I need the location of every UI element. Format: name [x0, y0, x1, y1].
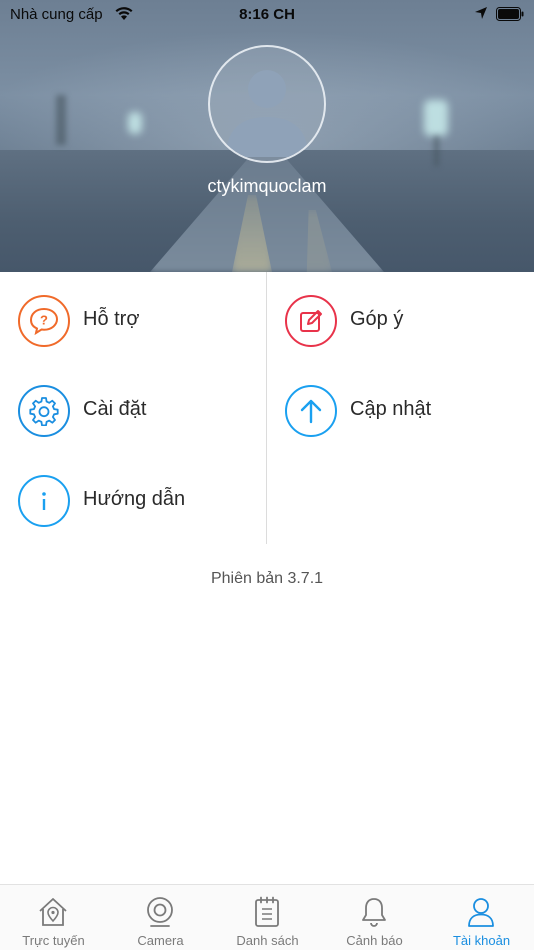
location-arrow-icon	[475, 7, 487, 19]
tab-bar: Trực tuyến Camera Danh sách Cảnh báo Tài…	[0, 884, 534, 950]
menu-item-update[interactable]: Cập nhật	[267, 364, 533, 454]
menu-label-support: Hỗ trợ	[83, 308, 140, 330]
menu-item-guide[interactable]: Hướng dẫn	[0, 454, 266, 544]
profile-header: Nhà cung cấp 8:16 CH ctykimquoclam	[0, 0, 534, 272]
notepad-list-icon	[255, 896, 279, 927]
tab-camera[interactable]: Camera	[107, 885, 214, 950]
svg-text:?: ?	[40, 313, 48, 328]
version-text: Phiên bản 3.7.1	[210, 570, 324, 587]
tab-label-list: Danh sách	[236, 933, 299, 948]
tab-label-camera: Camera	[137, 933, 184, 948]
menu-item-feedback[interactable]: Góp ý	[267, 274, 533, 364]
menu-label-update: Cập nhật	[350, 398, 432, 420]
menu-item-support[interactable]: ? Hỗ trợ	[0, 274, 266, 364]
battery-icon	[496, 7, 524, 21]
tab-label-alerts: Cảnh báo	[346, 933, 403, 948]
gear-icon	[18, 385, 70, 437]
tab-online[interactable]: Trực tuyến	[0, 885, 107, 950]
username: ctykimquoclam	[207, 176, 327, 196]
menu-label-settings: Cài đặt	[83, 398, 147, 420]
tab-label-online: Trực tuyến	[22, 933, 85, 948]
help-bubble-icon: ?	[18, 295, 70, 347]
bell-icon	[362, 898, 386, 927]
account-menu: ? Hỗ trợ Góp ý Cài đặt Cập nhật Hướng dẫ…	[0, 272, 534, 544]
account-screen: Nhà cung cấp 8:16 CH ctykimquoclam ? Hỗ …	[0, 0, 534, 950]
info-icon	[18, 475, 70, 527]
menu-label-feedback: Góp ý	[350, 308, 404, 330]
home-location-icon	[39, 898, 67, 926]
user-silhouette-icon	[226, 70, 308, 157]
tab-list[interactable]: Danh sách	[214, 885, 321, 950]
edit-note-icon	[285, 295, 337, 347]
tab-account[interactable]: Tài khoản	[428, 885, 534, 950]
arrow-up-icon	[285, 385, 337, 437]
camera-icon	[147, 897, 173, 927]
menu-label-guide: Hướng dẫn	[83, 488, 186, 510]
menu-item-settings[interactable]: Cài đặt	[0, 364, 266, 454]
tab-alerts[interactable]: Cảnh báo	[321, 885, 428, 950]
status-bar: Nhà cung cấp 8:16 CH	[0, 0, 534, 30]
tab-label-account: Tài khoản	[452, 933, 511, 948]
avatar[interactable]	[208, 45, 326, 163]
user-icon	[468, 898, 494, 927]
clock: 8:16 CH	[239, 6, 295, 23]
